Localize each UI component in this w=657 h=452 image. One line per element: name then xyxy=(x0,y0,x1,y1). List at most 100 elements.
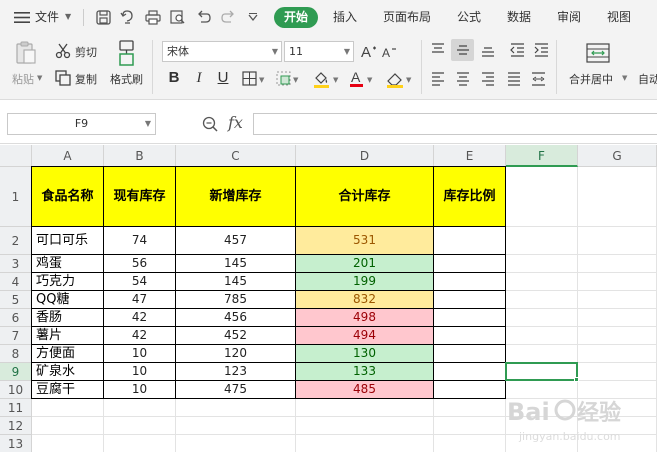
table-cell[interactable]: 452 xyxy=(176,327,296,345)
table-cell[interactable] xyxy=(434,291,506,309)
format-painter-icon[interactable] xyxy=(117,40,137,66)
empty-cell[interactable] xyxy=(32,417,104,435)
chevron-down-icon[interactable]: ▼ xyxy=(406,76,411,84)
eraser-icon[interactable] xyxy=(386,70,404,88)
table-cell[interactable]: 457 xyxy=(176,227,296,255)
font-size-select[interactable]: 11 ▼ xyxy=(284,41,354,62)
row-header-6[interactable]: 6 xyxy=(0,309,32,327)
empty-cell[interactable] xyxy=(578,167,657,227)
chevron-down-icon[interactable]: ▼ xyxy=(367,76,372,84)
empty-cell[interactable] xyxy=(434,417,506,435)
empty-cell[interactable] xyxy=(578,345,657,363)
table-cell[interactable]: 485 xyxy=(296,381,434,399)
table-cell[interactable]: 456 xyxy=(176,309,296,327)
empty-cell[interactable] xyxy=(506,273,578,291)
row-header-11[interactable]: 11 xyxy=(0,399,32,417)
row-header-13[interactable]: 13 xyxy=(0,435,32,452)
row-header-3[interactable]: 3 xyxy=(0,255,32,273)
empty-cell[interactable] xyxy=(506,327,578,345)
paste-button-label[interactable]: 粘贴 xyxy=(12,71,34,87)
table-cell[interactable]: 56 xyxy=(104,255,176,273)
indent-left-icon[interactable] xyxy=(510,43,525,57)
table-cell[interactable]: 10 xyxy=(104,345,176,363)
copy-icon[interactable] xyxy=(55,70,71,86)
table-cell[interactable]: 494 xyxy=(296,327,434,345)
copy-button[interactable]: 复制 xyxy=(75,71,97,87)
column-header-f[interactable]: F xyxy=(506,145,578,167)
table-cell[interactable]: 鸡蛋 xyxy=(32,255,104,273)
table-cell[interactable]: 54 xyxy=(104,273,176,291)
hamburger-menu-icon[interactable] xyxy=(14,11,30,24)
auto-wrap-button[interactable]: 自动 xyxy=(638,71,657,87)
italic-button[interactable]: I xyxy=(190,69,208,87)
empty-cell[interactable] xyxy=(296,435,434,452)
tab-review[interactable]: 审阅 xyxy=(557,0,581,34)
empty-cell[interactable] xyxy=(176,399,296,417)
fill-color-icon[interactable] xyxy=(313,70,330,88)
align-left-icon[interactable] xyxy=(431,72,445,86)
empty-cell[interactable] xyxy=(578,273,657,291)
column-header-a[interactable]: A xyxy=(32,145,104,167)
scissors-icon[interactable] xyxy=(55,43,71,59)
empty-cell[interactable] xyxy=(506,309,578,327)
table-header-cell[interactable]: 现有库存 xyxy=(104,167,176,227)
chevron-down-icon[interactable]: ▼ xyxy=(259,76,264,84)
table-cell[interactable] xyxy=(434,227,506,255)
table-cell[interactable]: 74 xyxy=(104,227,176,255)
merge-center-button[interactable]: 合并居中 xyxy=(569,71,613,87)
chevron-down-icon[interactable]: ▼ xyxy=(333,76,338,84)
empty-cell[interactable] xyxy=(434,399,506,417)
save-icon[interactable] xyxy=(96,10,111,25)
table-cell[interactable]: 475 xyxy=(176,381,296,399)
row-header-8[interactable]: 8 xyxy=(0,345,32,363)
distribute-icon[interactable] xyxy=(531,72,546,86)
table-cell[interactable] xyxy=(434,327,506,345)
table-cell[interactable]: 巧克力 xyxy=(32,273,104,291)
column-header-d[interactable]: D xyxy=(296,145,434,167)
undo-history-icon[interactable] xyxy=(120,10,135,25)
table-cell[interactable]: 42 xyxy=(104,327,176,345)
empty-cell[interactable] xyxy=(32,435,104,452)
table-cell[interactable]: QQ糖 xyxy=(32,291,104,309)
table-cell[interactable]: 531 xyxy=(296,227,434,255)
name-box[interactable]: F9 ▼ xyxy=(7,113,156,135)
table-cell[interactable]: 10 xyxy=(104,363,176,381)
table-cell[interactable]: 123 xyxy=(176,363,296,381)
empty-cell[interactable] xyxy=(176,435,296,452)
table-cell[interactable]: 可口可乐 xyxy=(32,227,104,255)
cell-fill-pattern-icon[interactable] xyxy=(276,71,291,86)
table-cell[interactable]: 785 xyxy=(176,291,296,309)
empty-cell[interactable] xyxy=(578,309,657,327)
tab-formulas[interactable]: 公式 xyxy=(457,0,481,34)
zoom-icon[interactable] xyxy=(202,116,218,132)
empty-cell[interactable] xyxy=(578,327,657,345)
print-icon[interactable] xyxy=(145,10,161,25)
row-header-4[interactable]: 4 xyxy=(0,273,32,291)
table-cell[interactable] xyxy=(434,273,506,291)
table-cell[interactable]: 10 xyxy=(104,381,176,399)
row-header-7[interactable]: 7 xyxy=(0,327,32,345)
undo-icon[interactable] xyxy=(196,10,211,25)
table-cell[interactable]: 145 xyxy=(176,273,296,291)
table-cell[interactable]: 120 xyxy=(176,345,296,363)
empty-cell[interactable] xyxy=(176,417,296,435)
empty-cell[interactable] xyxy=(32,399,104,417)
chevron-down-icon[interactable]: ▼ xyxy=(65,0,71,34)
align-top-icon[interactable] xyxy=(431,43,445,57)
format-painter-button[interactable]: 格式刷 xyxy=(110,71,143,87)
column-header-e[interactable]: E xyxy=(434,145,506,167)
empty-cell[interactable] xyxy=(578,291,657,309)
justify-icon[interactable] xyxy=(507,72,521,86)
tab-view[interactable]: 视图 xyxy=(607,0,631,34)
bold-button[interactable]: B xyxy=(165,69,183,87)
fx-button[interactable]: fx xyxy=(228,113,243,132)
row-header-2[interactable]: 2 xyxy=(0,227,32,255)
cut-button[interactable]: 剪切 xyxy=(75,44,97,60)
table-cell[interactable] xyxy=(434,363,506,381)
tab-insert[interactable]: 插入 xyxy=(333,0,357,34)
align-bottom-icon[interactable] xyxy=(481,43,495,57)
table-cell[interactable] xyxy=(434,345,506,363)
font-name-select[interactable]: 宋体 ▼ xyxy=(162,41,282,62)
column-header-g[interactable]: G xyxy=(578,145,657,167)
indent-right-icon[interactable] xyxy=(534,43,549,57)
